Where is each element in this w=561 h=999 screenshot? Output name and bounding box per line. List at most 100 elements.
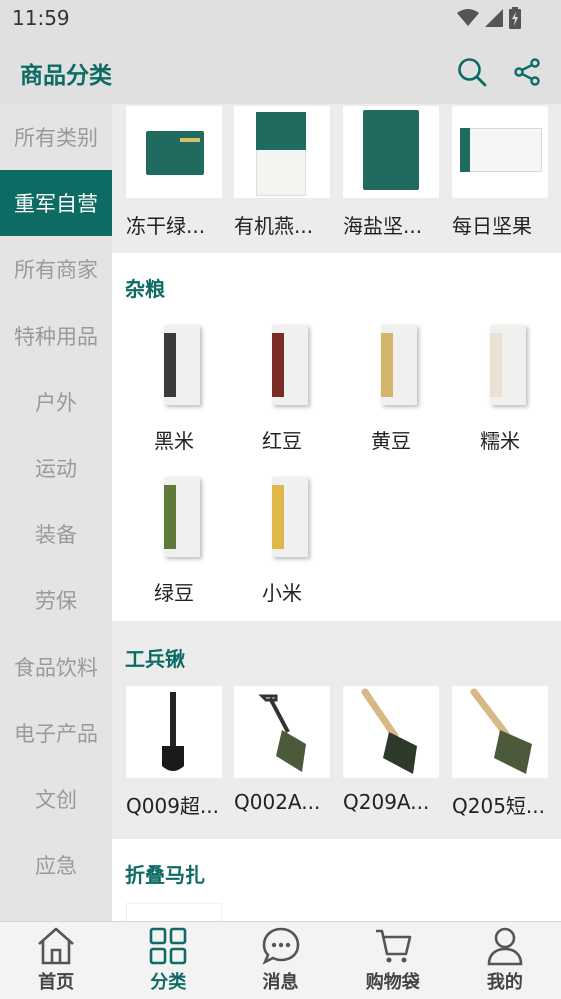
grain-card[interactable] <box>343 319 439 411</box>
product-image <box>343 106 439 198</box>
grain-label: 绿豆 <box>154 581 194 605</box>
product-image <box>452 106 548 198</box>
grid-icon <box>149 927 187 965</box>
page-title: 商品分类 <box>20 63 112 89</box>
grain-label: 小米 <box>262 581 302 605</box>
product-card[interactable]: Q002A... <box>234 686 330 814</box>
sidebar-item-cultural[interactable]: 文创 <box>0 766 112 832</box>
grain-card[interactable] <box>126 471 222 563</box>
grain-image <box>343 319 439 411</box>
grain-image <box>126 319 222 411</box>
shovel-image <box>343 686 439 778</box>
shovel-icon <box>470 688 532 774</box>
shovel-icon <box>258 694 306 772</box>
status-time: 11:59 <box>12 6 70 30</box>
sidebar-item-food-drinks[interactable]: 食品饮料 <box>0 634 112 700</box>
product-label: 冻干绿... <box>126 214 206 238</box>
search-button[interactable] <box>455 55 489 89</box>
section-title: 工兵锹 <box>125 647 185 671</box>
share-icon <box>514 58 540 86</box>
product-content: 冻干绿... 有机燕... 海盐坚... 每日坚果 杂粮 黑米 红豆 黄豆 糯米… <box>112 104 561 921</box>
category-sidebar: 所有类别 重军自营 所有商家 特种用品 户外 运动 装备 劳保 食品饮料 电子产… <box>0 104 112 921</box>
product-card[interactable]: Q009超... <box>126 686 222 818</box>
product-label: 有机燕... <box>234 214 314 238</box>
product-card[interactable] <box>126 903 222 921</box>
search-icon <box>458 58 487 87</box>
nav-category[interactable]: 分类 <box>112 922 224 999</box>
product-image <box>126 106 222 198</box>
sidebar-item-labor-protection[interactable]: 劳保 <box>0 567 112 633</box>
sidebar-item-outdoor[interactable]: 户外 <box>0 369 112 435</box>
nav-label: 我的 <box>486 972 523 993</box>
sidebar-item-sports[interactable]: 运动 <box>0 435 112 501</box>
grain-fill <box>490 333 502 397</box>
grain-image <box>126 471 222 563</box>
cart-icon <box>375 929 412 963</box>
folding-stool-section: 折叠马扎 <box>112 839 561 921</box>
user-icon <box>487 927 523 966</box>
sidebar-item-electronics[interactable]: 电子产品 <box>0 700 112 766</box>
signal-icon <box>485 9 503 27</box>
app-header: 商品分类 <box>0 38 561 104</box>
grain-fill <box>164 485 176 549</box>
sidebar-item-all-categories[interactable]: 所有类别 <box>0 104 112 170</box>
grain-image <box>234 319 330 411</box>
product-card[interactable]: 冻干绿... <box>126 106 222 238</box>
product-label: 海盐坚... <box>343 214 423 238</box>
grain-label: 黄豆 <box>371 429 411 453</box>
status-bar: 11:59 <box>0 0 561 38</box>
section-title: 折叠马扎 <box>125 863 205 887</box>
sidebar-item-special-supplies[interactable]: 特种用品 <box>0 303 112 369</box>
sidebar-item-emergency[interactable]: 应急 <box>0 832 112 898</box>
grain-label: 红豆 <box>262 429 302 453</box>
shovel-image <box>126 686 222 778</box>
share-button[interactable] <box>510 55 544 89</box>
home-icon <box>38 927 74 965</box>
nav-label: 购物袋 <box>365 972 420 993</box>
product-label: Q002A... <box>234 790 321 814</box>
grain-fill <box>164 333 176 397</box>
shovel-icon <box>162 692 184 771</box>
section-title: 杂粮 <box>125 277 165 301</box>
shovel-icon <box>361 688 417 774</box>
chat-icon <box>261 927 299 965</box>
nav-label: 首页 <box>38 972 75 993</box>
sidebar-item-all-merchants[interactable]: 所有商家 <box>0 236 112 302</box>
product-label: Q205短... <box>452 794 545 818</box>
wifi-icon <box>457 9 479 26</box>
product-label: Q209A... <box>343 790 430 814</box>
grain-fill <box>272 333 284 397</box>
grain-card[interactable] <box>126 319 222 411</box>
grain-label: 黑米 <box>154 429 194 453</box>
product-card[interactable]: 每日坚果 <box>452 106 548 238</box>
product-card[interactable]: Q209A... <box>343 686 439 814</box>
nav-home[interactable]: 首页 <box>0 922 112 999</box>
grain-label: 糯米 <box>480 429 520 453</box>
nav-label: 消息 <box>262 972 299 993</box>
sidebar-item-equipment[interactable]: 装备 <box>0 501 112 567</box>
product-card[interactable]: 海盐坚... <box>343 106 439 238</box>
grain-image <box>234 471 330 563</box>
grains-section: 杂粮 黑米 红豆 黄豆 糯米 绿豆 小米 <box>112 253 561 621</box>
nav-cart[interactable]: 购物袋 <box>337 922 449 999</box>
grain-card[interactable] <box>234 471 330 563</box>
product-card[interactable]: 有机燕... <box>234 106 330 238</box>
shovels-section: 工兵锹 Q009超... Q002A... Q209A... Q205短... <box>112 621 561 839</box>
shovel-image <box>234 686 330 778</box>
nav-label: 分类 <box>150 972 187 993</box>
grain-card[interactable] <box>234 319 330 411</box>
status-icons <box>457 7 521 29</box>
product-label: Q009超... <box>126 794 219 818</box>
top-products-section: 冻干绿... 有机燕... 海盐坚... 每日坚果 <box>112 104 561 253</box>
sidebar-item-self-operated[interactable]: 重军自营 <box>0 170 112 237</box>
grain-fill <box>381 333 393 397</box>
nav-messages[interactable]: 消息 <box>224 922 336 999</box>
shovel-image <box>452 686 548 778</box>
battery-icon <box>509 7 521 29</box>
product-card[interactable]: Q205短... <box>452 686 548 818</box>
bottom-nav: 首页 分类 消息 购物袋 我的 <box>0 921 561 999</box>
grain-card[interactable] <box>452 319 548 411</box>
nav-profile[interactable]: 我的 <box>449 922 561 999</box>
grain-image <box>452 319 548 411</box>
product-image <box>234 106 330 198</box>
